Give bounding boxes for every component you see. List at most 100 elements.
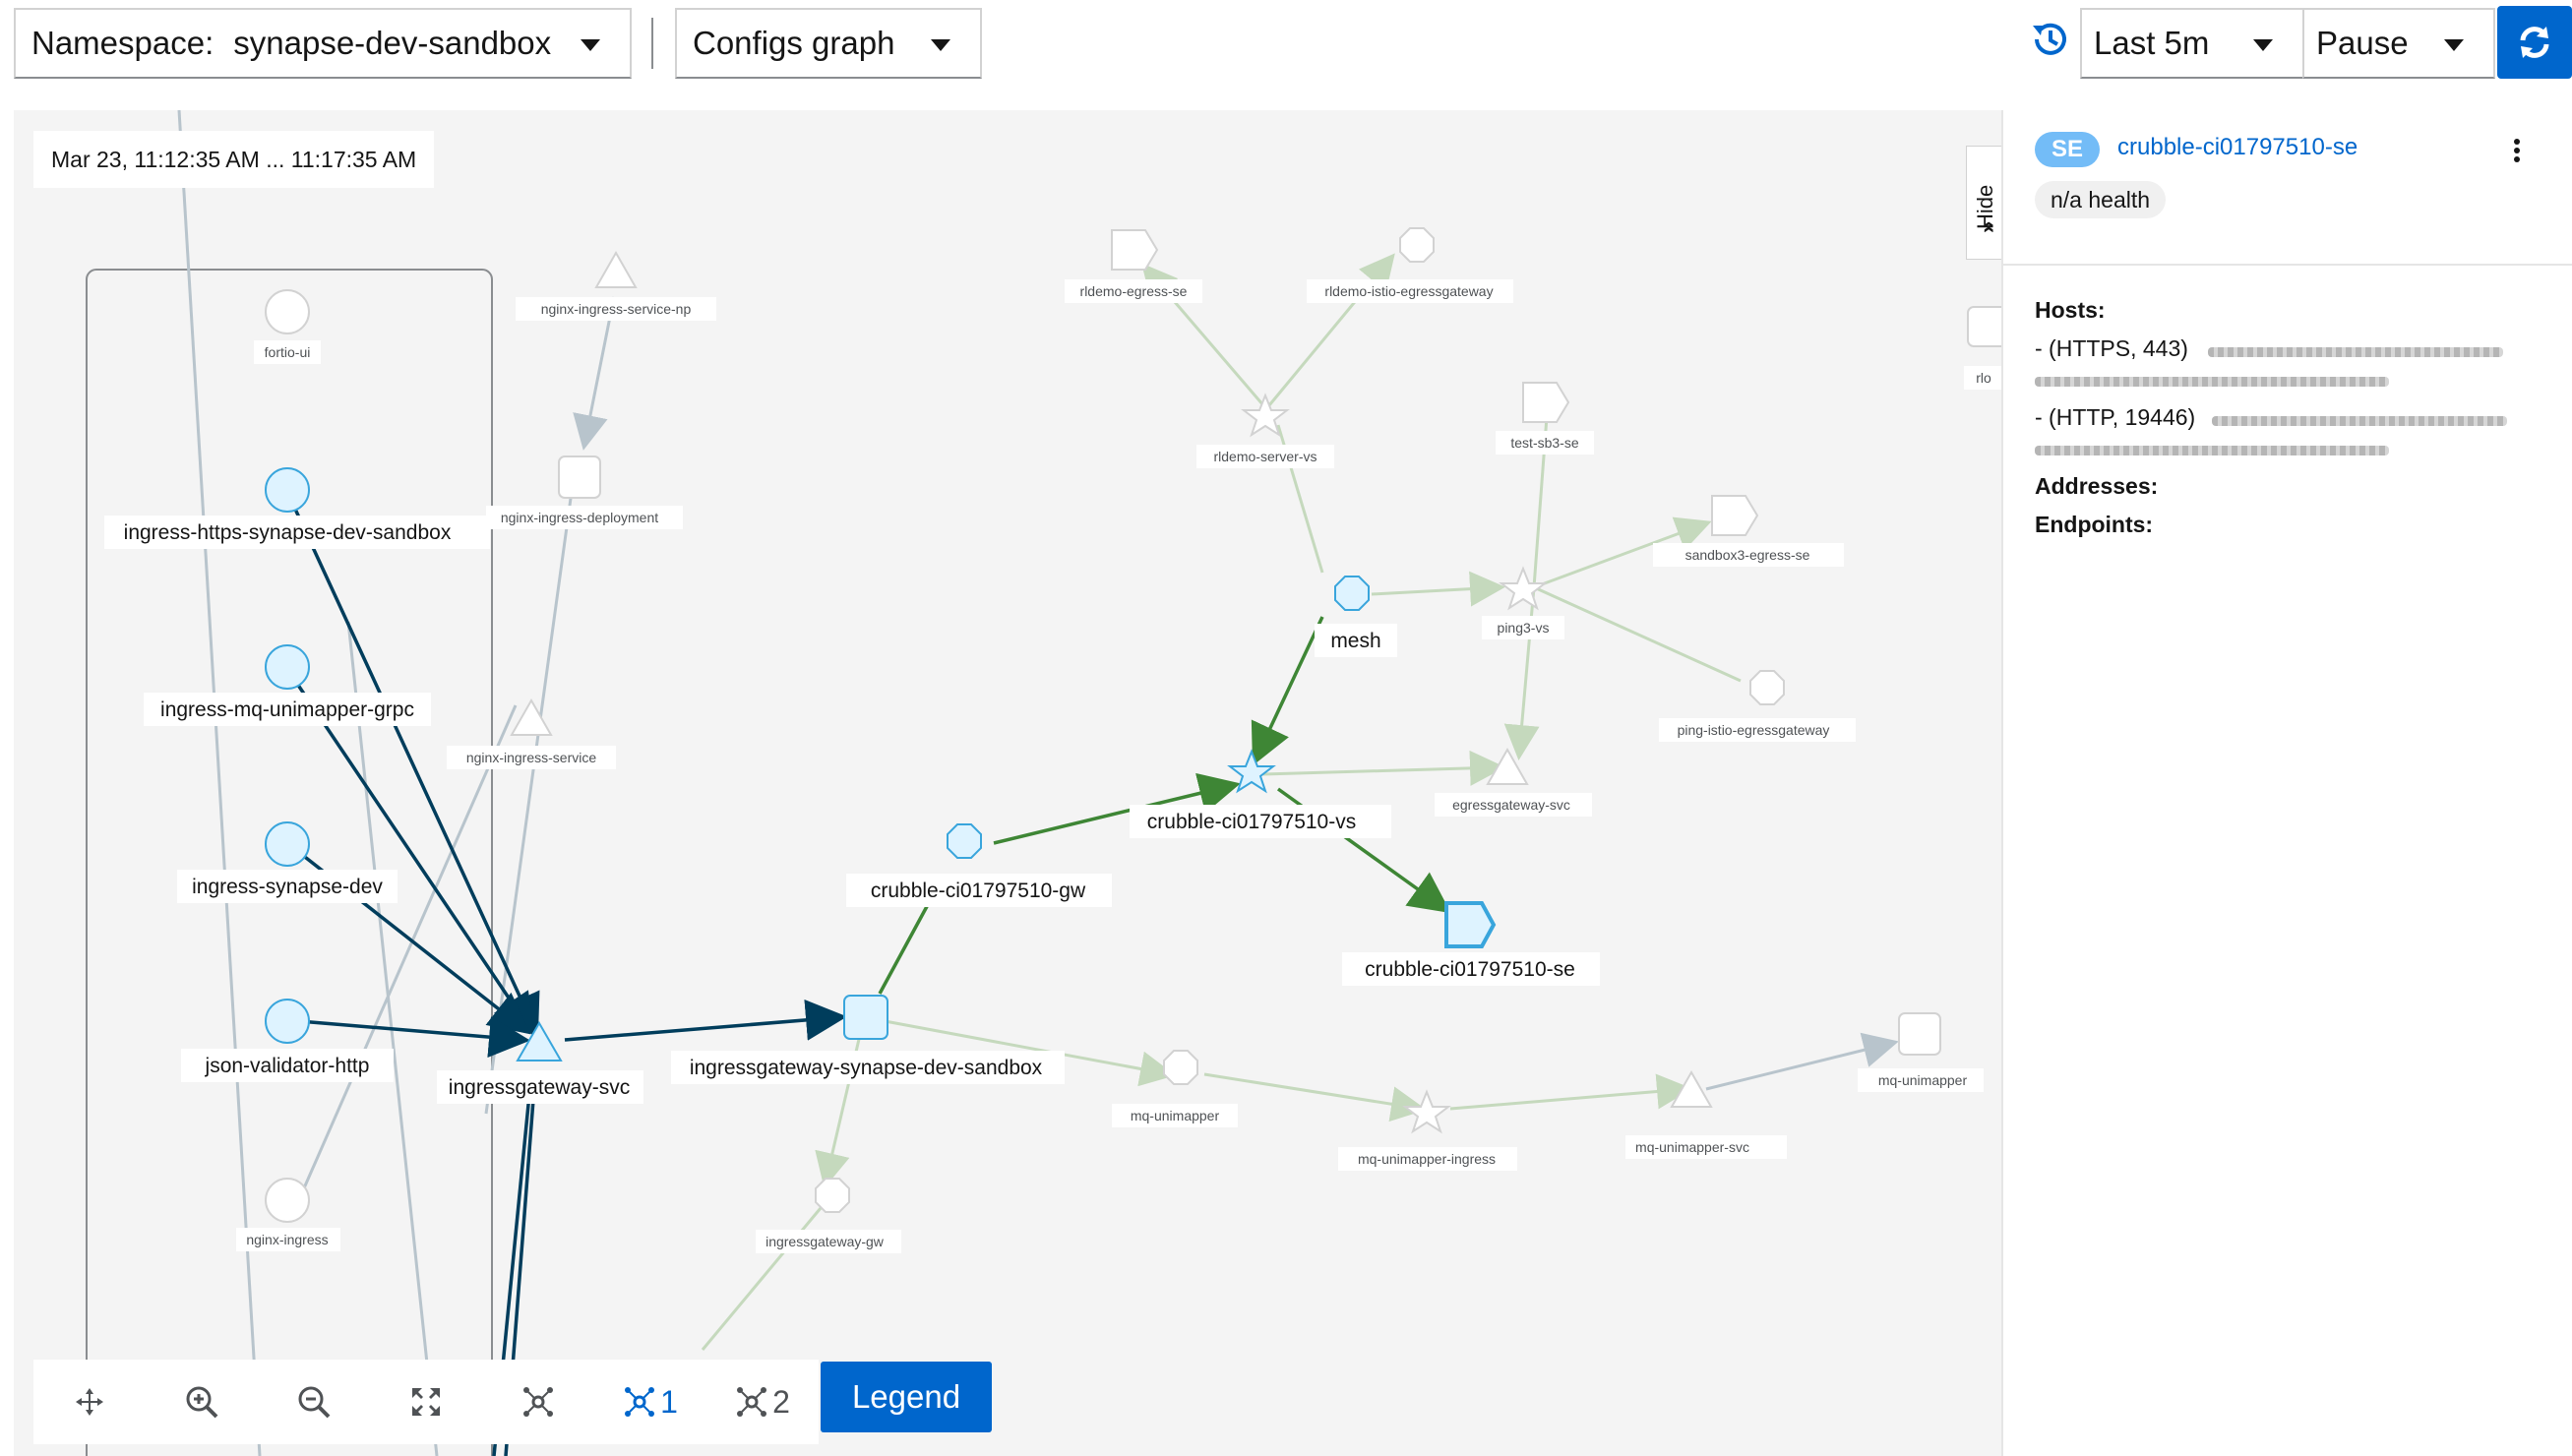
node-mesh[interactable] (1334, 576, 1370, 611)
graph-toolbar: Namespace: synapse-dev-sandbox Configs g… (0, 0, 2572, 108)
expand-icon (412, 1388, 440, 1416)
zoom-out-button[interactable] (258, 1360, 370, 1444)
chevron-down-icon (2444, 39, 2464, 51)
label-rlo: rlo (1976, 370, 1991, 386)
legend-button[interactable]: Legend (821, 1362, 992, 1432)
layout-2-label: 2 (772, 1383, 790, 1420)
label-nginx-ingress: nginx-ingress (246, 1232, 328, 1247)
node-rldemo-egress-se[interactable] (1111, 229, 1159, 271)
hide-panel-tab[interactable]: Hide » (1966, 146, 2001, 260)
label-rldemo-istio-egressgateway: rldemo-istio-egressgateway (1324, 283, 1493, 299)
node-nginx-ingress-deployment[interactable] (558, 455, 601, 499)
label-nginx-ingress-deployment: nginx-ingress-deployment (501, 510, 658, 525)
move-icon (76, 1388, 103, 1416)
host-protocol: - (HTTPS, 443) (2035, 335, 2188, 361)
details-side-panel: SE crubble-ci01797510-se n/a health Host… (2001, 110, 2572, 1456)
refresh-interval-value: Pause (2316, 25, 2409, 61)
node-sandbox3-egress-se[interactable] (1711, 495, 1759, 536)
node-test-sb3-se[interactable] (1522, 382, 1570, 423)
node-ingress-https[interactable] (265, 467, 310, 513)
layout-1-button[interactable]: 1 (594, 1360, 706, 1444)
double-chevron-right-icon: » (1975, 220, 1999, 233)
label-test-sb3-se: test-sb3-se (1510, 435, 1578, 451)
host-protocol: - (HTTP, 19446) (2035, 404, 2196, 430)
chevron-down-icon (931, 39, 950, 51)
redacted-text (2035, 446, 2389, 455)
node-nginx-ingress[interactable] (265, 1178, 310, 1223)
zoom-in-button[interactable] (146, 1360, 258, 1444)
kebab-menu-icon[interactable] (2507, 136, 2527, 169)
node-mq-unimapper-deployment[interactable] (1898, 1012, 1941, 1056)
namespace-value: synapse-dev-sandbox (233, 25, 552, 61)
label-mq-unimapper: mq-unimapper (1131, 1108, 1220, 1123)
toolbar-divider (651, 18, 653, 69)
active-ingress-edges (285, 491, 847, 1456)
label-crubble-se: crubble-ci01797510-se (1365, 958, 1575, 981)
chevron-down-icon (2253, 39, 2273, 51)
time-range-dropdown[interactable]: Last 5m (2080, 8, 2304, 79)
node-fortio-ui[interactable] (265, 289, 310, 334)
addresses-title: Addresses: (2035, 473, 2159, 499)
redacted-text (2208, 347, 2503, 357)
label-rldemo-egress-se: rldemo-egress-se (1080, 283, 1188, 299)
redacted-text (2212, 416, 2507, 426)
topology-icon (523, 1387, 553, 1417)
zoom-in-icon (186, 1386, 218, 1419)
label-nginx-ingress-service-np: nginx-ingress-service-np (541, 301, 692, 317)
fit-to-screen-button[interactable] (370, 1360, 482, 1444)
node-rlo[interactable] (1967, 306, 2001, 347)
label-sandbox3-egress-se: sandbox3-egress-se (1685, 547, 1810, 563)
topology-graph[interactable]: fortio-ui nginx-ingress-service-np nginx… (14, 110, 2001, 1456)
node-mq-unimapper-ingress[interactable] (1402, 1089, 1451, 1134)
node-crubble-gw[interactable] (947, 823, 982, 859)
pan-button[interactable] (33, 1360, 146, 1444)
label-ingressgateway-gw: ingressgateway-gw (765, 1234, 885, 1249)
label-crubble-vs: crubble-ci01797510-vs (1147, 811, 1356, 833)
node-ping3-vs[interactable] (1499, 566, 1548, 611)
label-egressgateway-svc: egressgateway-svc (1452, 797, 1570, 813)
node-crubble-vs[interactable] (1227, 749, 1276, 794)
label-ingress-synapse-dev: ingress-synapse-dev (192, 876, 383, 898)
topology-icon (625, 1387, 655, 1417)
node-ingressgateway-gw[interactable] (815, 1178, 850, 1213)
zoom-out-icon (298, 1386, 331, 1419)
hosts-title: Hosts: (2035, 297, 2106, 323)
label-crubble-gw: crubble-ci01797510-gw (871, 880, 1086, 902)
node-crubble-se[interactable] (1444, 901, 1497, 948)
node-ingressgateway-synapse[interactable] (843, 995, 888, 1040)
namespace-label: Namespace: (31, 25, 214, 61)
graph-canvas[interactable]: fortio-ui nginx-ingress-service-np nginx… (14, 110, 2001, 1456)
label-ingressgateway-svc: ingressgateway-svc (449, 1076, 630, 1099)
layout-2-button[interactable]: 2 (706, 1360, 819, 1444)
refresh-button[interactable] (2497, 6, 2572, 79)
node-ingress-mq[interactable] (265, 644, 310, 690)
label-nginx-ingress-service: nginx-ingress-service (466, 750, 596, 765)
namespace-dropdown[interactable]: Namespace: synapse-dev-sandbox (14, 8, 632, 79)
layout-default-button[interactable] (482, 1360, 594, 1444)
endpoints-title: Endpoints: (2035, 512, 2154, 537)
service-entry-badge: SE (2035, 132, 2100, 167)
node-nginx-ingress-service[interactable] (510, 698, 553, 736)
label-mesh: mesh (1330, 630, 1380, 652)
node-nginx-ingress-service-np[interactable] (594, 250, 638, 288)
service-entry-link[interactable]: crubble-ci01797510-se (2117, 134, 2358, 161)
label-ping-istio-egressgateway: ping-istio-egressgateway (1678, 722, 1830, 738)
topology-icon (737, 1387, 767, 1417)
node-json-validator[interactable] (265, 999, 310, 1044)
history-icon[interactable] (2029, 18, 2072, 61)
graph-type-dropdown[interactable]: Configs graph (675, 8, 982, 79)
refresh-interval-dropdown[interactable]: Pause (2302, 8, 2495, 79)
side-panel-body: Hosts: - (HTTPS, 443) - (HTTP, 19446) Ad… (2035, 297, 2546, 550)
sync-icon (2520, 27, 2549, 58)
side-panel-header: SE crubble-ci01797510-se n/a health (2003, 110, 2572, 266)
graph-controls: 1 2 (33, 1360, 819, 1444)
label-ingress-https: ingress-https-synapse-dev-sandbox (124, 521, 452, 544)
node-rldemo-istio-egressgateway[interactable] (1399, 227, 1435, 263)
node-mq-unimapper-octagon[interactable] (1163, 1050, 1198, 1085)
label-fortio-ui: fortio-ui (265, 344, 311, 360)
node-ingress-synapse-dev[interactable] (265, 821, 310, 867)
label-ping3-vs: ping3-vs (1498, 620, 1550, 636)
node-ping-istio-egressgateway[interactable] (1749, 670, 1785, 705)
label-mq-unimapper-deployment: mq-unimapper (1878, 1072, 1968, 1088)
label-ingressgateway-synapse: ingressgateway-synapse-dev-sandbox (690, 1057, 1043, 1079)
